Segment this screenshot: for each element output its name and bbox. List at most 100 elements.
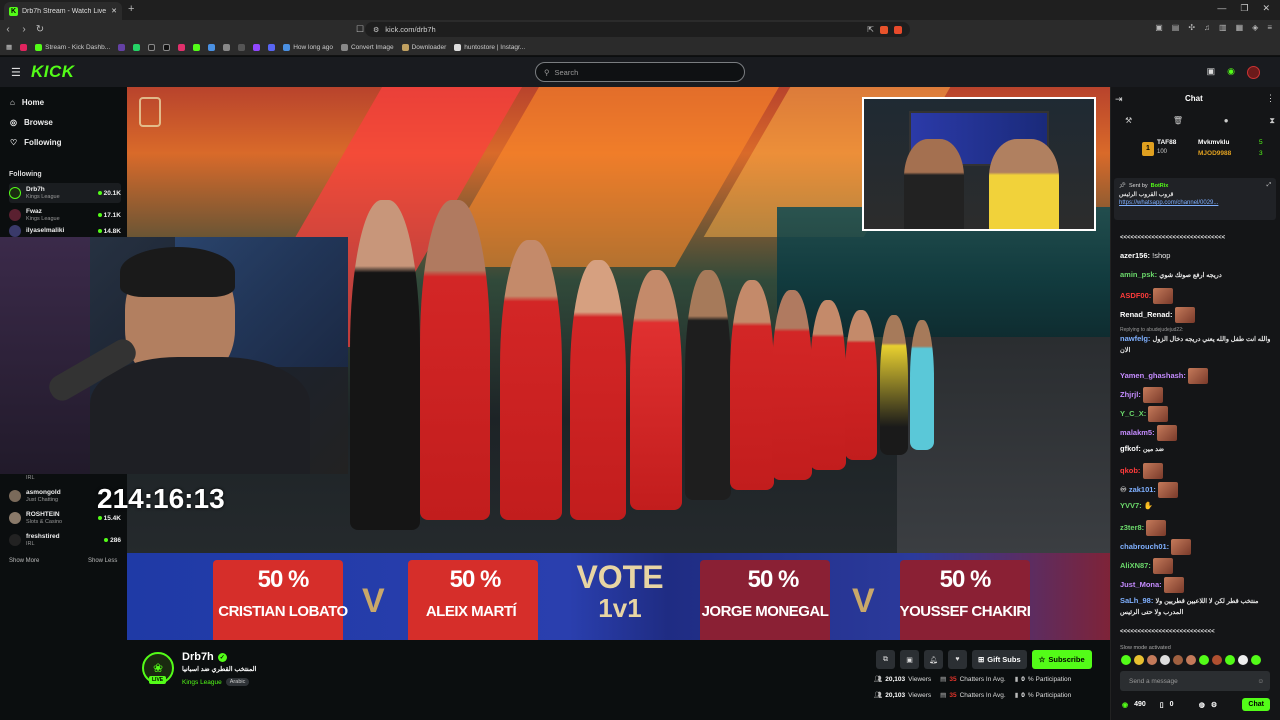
language-tag[interactable]: Arabic — [225, 678, 250, 686]
emote-icon[interactable] — [1199, 655, 1209, 665]
emote-icon — [1142, 463, 1163, 479]
points-count[interactable]: 490 — [1134, 701, 1146, 708]
pinned-message[interactable]: 📌︎ Sent by BotRix ⤢ قروب القروب الرئيس h… — [1114, 178, 1276, 220]
heart-icon[interactable]: ♥ — [948, 650, 967, 669]
share-icon[interactable]: ⇱ — [867, 25, 874, 34]
bookmark-downloader[interactable]: Downloader — [401, 43, 446, 51]
bookmark-icon[interactable] — [223, 43, 231, 51]
close-tab-icon[interactable]: ✕ — [111, 7, 117, 15]
back-icon[interactable]: ‹ — [0, 24, 16, 35]
gift-subs-button[interactable]: ⊞ Gift Subs — [972, 650, 1027, 669]
emote-icon[interactable] — [1212, 655, 1222, 665]
sidebar-icon[interactable]: ▥ — [1219, 23, 1227, 32]
puzzle-icon[interactable]: ✣ — [1188, 23, 1195, 32]
browser-tab[interactable]: K Drb7h Stream - Watch Live o ✕ — [4, 2, 122, 20]
emote-icon[interactable] — [1238, 655, 1248, 665]
new-tab-icon[interactable]: + — [128, 3, 134, 15]
emote-icon[interactable] — [1251, 655, 1261, 665]
emote-icon[interactable] — [1121, 655, 1131, 665]
bubble-icon[interactable]: ● — [1224, 116, 1229, 126]
nav-home[interactable]: ⌂ Home — [10, 98, 44, 107]
extension-icon[interactable]: ▣ — [1155, 23, 1163, 32]
bookmark-icon[interactable] — [20, 43, 28, 51]
streamer-dashboard-icon[interactable]: ▣ — [1207, 66, 1216, 79]
emoji-icon[interactable]: ☺ — [1257, 678, 1264, 685]
pin-options-icon[interactable]: ⤢ — [1267, 182, 1271, 189]
url-text: kick.com/drb7h — [385, 25, 436, 34]
bookmark-icon[interactable] — [118, 43, 126, 51]
bookmark-icon[interactable] — [268, 43, 276, 51]
show-less-button[interactable]: Show Less — [88, 558, 117, 564]
show-more-button[interactable]: Show More — [9, 558, 39, 564]
sidebar-channel-freshstired[interactable]: freshstired IRL 286 — [9, 530, 121, 550]
forward-icon[interactable]: › — [16, 24, 32, 35]
bookmark-icon[interactable] — [133, 43, 141, 51]
kick-logo[interactable]: KICK — [31, 62, 75, 82]
settings-icon[interactable]: ⚙ — [1211, 701, 1217, 709]
chat-message: YVV7: ✋ — [1120, 501, 1154, 510]
maximize-icon[interactable]: ❐ — [1240, 3, 1248, 14]
nav-browse[interactable]: ◎ Browse — [10, 118, 53, 127]
bell-icon[interactable]: 🔔︎ — [924, 650, 943, 669]
bookmark-icon[interactable] — [238, 43, 246, 51]
emote-icon[interactable] — [1225, 655, 1235, 665]
extension-icon[interactable]: ▤ — [1172, 23, 1180, 32]
theater-icon[interactable]: ▣ — [900, 650, 919, 669]
trash-icon[interactable]: 🗑︎ — [1173, 116, 1183, 126]
user-avatar[interactable] — [1247, 66, 1260, 79]
bookmark-icon[interactable] — [178, 43, 186, 51]
subscribe-button[interactable]: ☆ Subscribe — [1031, 650, 1092, 669]
vpn-icon[interactable]: ◈ — [1252, 23, 1258, 32]
media-icon[interactable]: ♫ — [1204, 23, 1210, 32]
emote-icon — [1174, 307, 1195, 323]
nav-following[interactable]: ♡ Following — [10, 138, 62, 147]
player-name: ALEIX MARTÍ — [425, 603, 517, 620]
chat-message: <<<<<<<<<<<<<<<<<<<<<<<<<<<<<< — [1120, 235, 1226, 241]
hamburger-menu-icon[interactable]: ☰ — [11, 66, 21, 79]
bookmark-huntostore[interactable]: huntostore | Instagr... — [454, 43, 525, 51]
minimize-icon[interactable]: — — [1217, 3, 1226, 14]
channel-name[interactable]: Drb7h ✓ — [182, 651, 227, 663]
bookmark-icon[interactable] — [208, 43, 216, 51]
send-chat-button[interactable]: Chat — [1242, 698, 1270, 711]
bookmark-kick-dashboard[interactable]: Stream - Kick Dashb... — [35, 43, 110, 51]
sidebar-channel-ilyaselmaliki[interactable]: ilyaselmaliki 14.8K — [9, 224, 121, 238]
close-window-icon[interactable]: ✕ — [1262, 3, 1270, 14]
player-name: JORGE MONEGAL — [701, 603, 829, 620]
emote-icon — [1142, 387, 1163, 403]
bookmark-star-icon[interactable]: ☐ — [356, 24, 364, 35]
address-bar[interactable]: ⚙ kick.com/drb7h ⇱ — [365, 22, 910, 37]
bookmark-icon[interactable] — [253, 43, 261, 51]
bookmark-icon[interactable] — [193, 43, 201, 51]
kick-points-icon[interactable]: ◉ — [1227, 66, 1235, 79]
emote-icon[interactable] — [1134, 655, 1144, 665]
more-options-icon[interactable]: ⋮ — [1266, 93, 1275, 104]
mod-tools-icon[interactable]: ⚒ — [1125, 116, 1132, 126]
site-info-icon[interactable]: ⚙ — [373, 26, 379, 34]
reload-icon[interactable]: ↻ — [32, 24, 48, 35]
emote-icon[interactable] — [1173, 655, 1183, 665]
brave-shield-icon[interactable] — [880, 25, 888, 34]
wallet-icon[interactable]: ▦ — [1236, 23, 1244, 32]
chat-message-input[interactable]: Send a message ☺ — [1120, 671, 1270, 691]
menu-icon[interactable]: ≡ — [1267, 23, 1272, 32]
verified-icon: ✓ — [217, 652, 227, 662]
collapse-chat-icon[interactable]: ⇥ — [1115, 94, 1123, 105]
category-link[interactable]: Kings League — [182, 679, 222, 686]
hourglass-icon[interactable]: ⧗ — [1269, 116, 1275, 126]
pinned-link[interactable]: https://whatsapp.com/channel/0029... — [1119, 200, 1271, 206]
apps-icon[interactable]: ▦ — [6, 43, 12, 51]
bookmark-icon[interactable] — [148, 43, 156, 51]
bookmark-convert-image[interactable]: Convert Image — [340, 43, 394, 51]
search-input[interactable]: ⚲ Search — [535, 62, 745, 82]
rewards-icon[interactable] — [894, 25, 902, 34]
emote-icon[interactable] — [1160, 655, 1170, 665]
chat-rules-icon[interactable]: ◍ — [1199, 701, 1205, 709]
emote-icon[interactable] — [1147, 655, 1157, 665]
sidebar-channel-drb7h[interactable]: Drb7h Kings League 20.1K — [9, 183, 121, 203]
sidebar-channel-fwaz[interactable]: Fwaz Kings League 17.1K — [9, 205, 121, 225]
emote-icon[interactable] — [1186, 655, 1196, 665]
clip-icon[interactable]: ⧉ — [876, 650, 895, 669]
bookmark-icon[interactable] — [163, 43, 171, 51]
bookmark-how-long-ago[interactable]: How long ago — [283, 43, 333, 51]
